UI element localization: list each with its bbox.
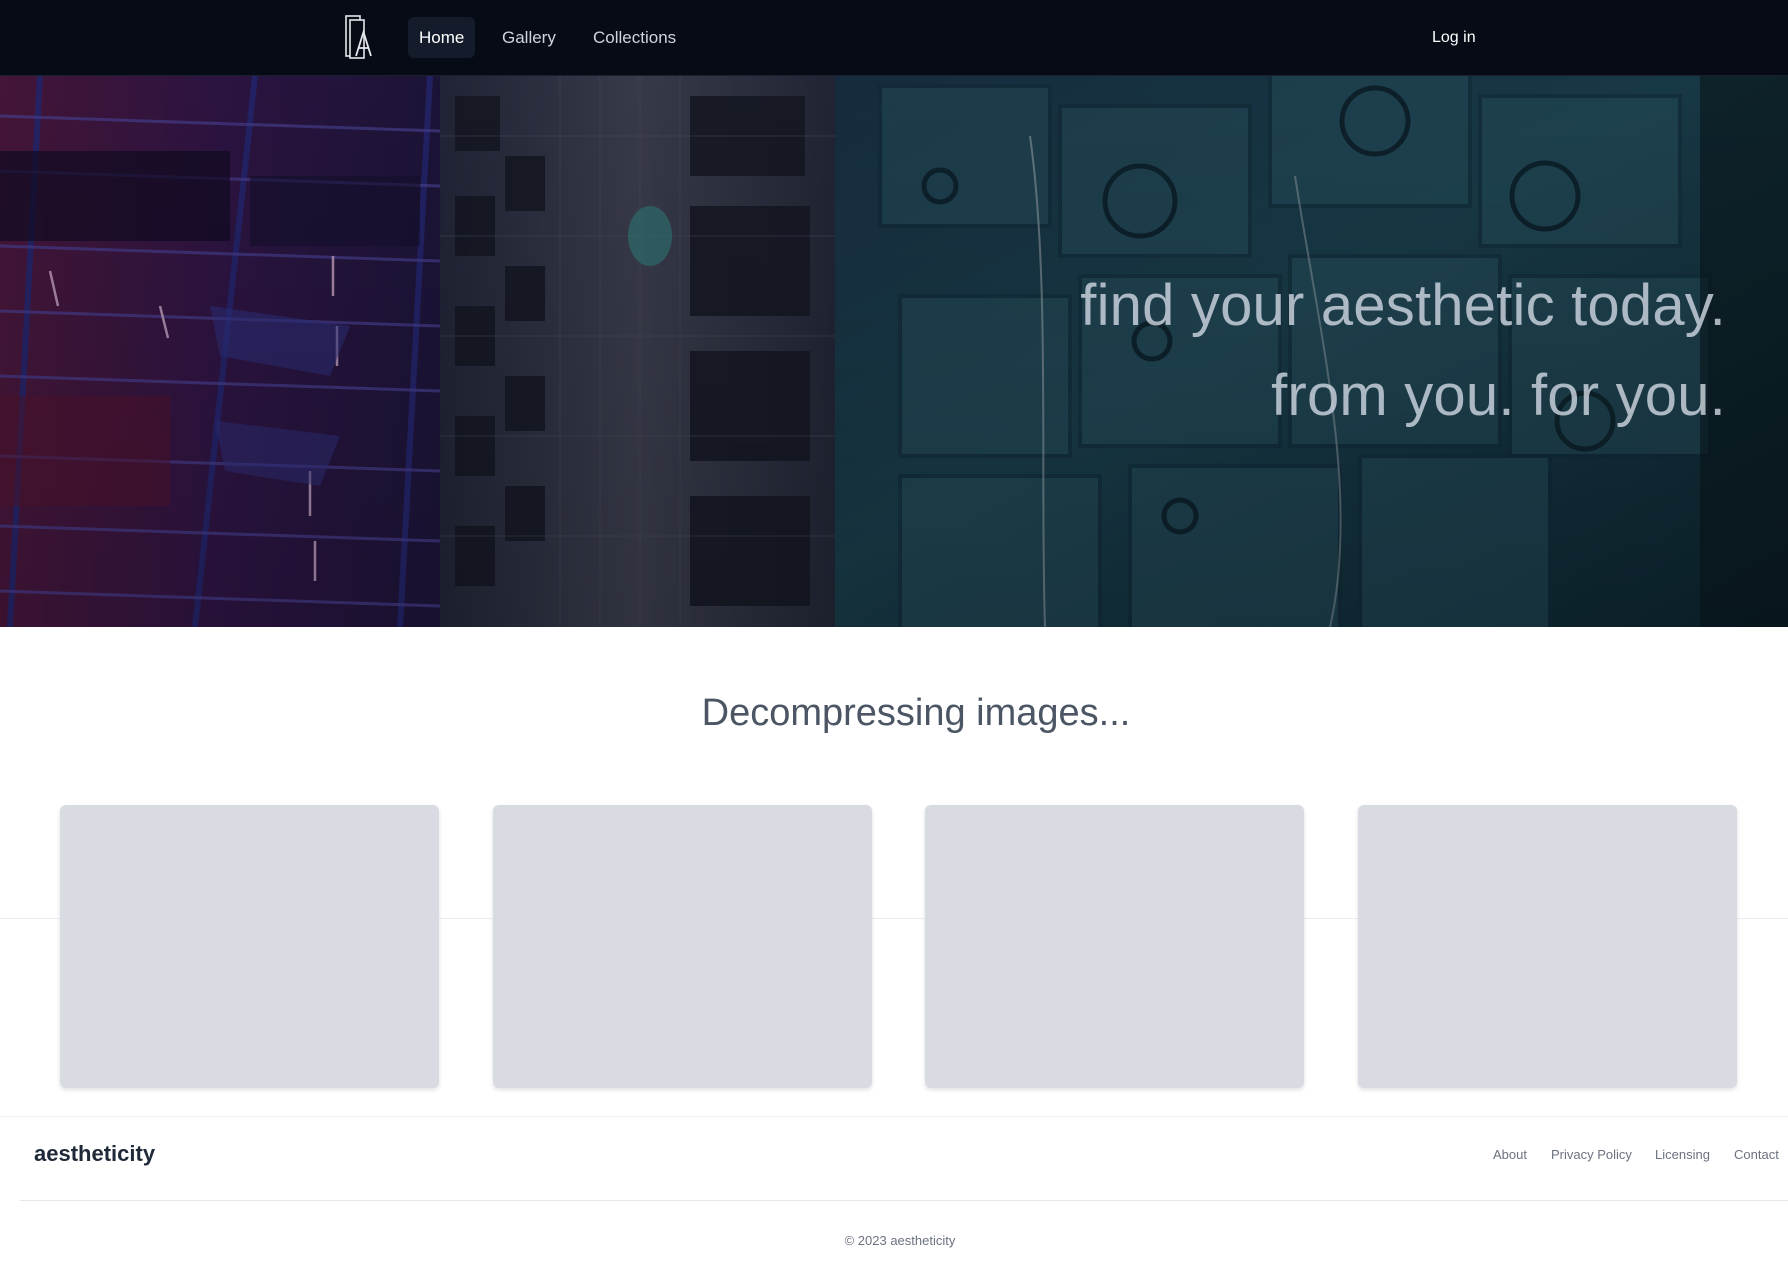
nav-gallery[interactable]: Gallery [491, 17, 567, 58]
copyright-text: © 2023 aestheticity [844, 1233, 956, 1248]
footer-top-divider [0, 1116, 1788, 1117]
image-placeholder [60, 805, 439, 1088]
footer-link-privacy-policy[interactable]: Privacy Policy [1551, 1147, 1632, 1162]
image-placeholder [925, 805, 1304, 1088]
image-placeholder [1358, 805, 1737, 1088]
hero-background-image [0, 76, 1788, 627]
footer-link-licensing[interactable]: Licensing [1655, 1147, 1710, 1162]
footer-link-about[interactable]: About [1493, 1147, 1527, 1162]
login-button[interactable]: Log in [1424, 17, 1484, 58]
nav-home[interactable]: Home [408, 17, 476, 58]
image-placeholder [493, 805, 872, 1088]
loading-message: Decompressing images... [701, 692, 1131, 734]
top-navbar: Home Gallery Collections Log in [0, 0, 1788, 76]
hero-tagline: from you. for you. [1271, 363, 1726, 428]
nav-collections[interactable]: Collections [582, 17, 687, 58]
footer-link-contact[interactable]: Contact [1734, 1147, 1779, 1162]
hero-banner: find your aesthetic today. from you. for… [0, 76, 1788, 627]
footer-divider [20, 1200, 1788, 1201]
hero-headline: find your aesthetic today. [1080, 273, 1726, 338]
footer-brand[interactable]: aestheticity [34, 1141, 155, 1167]
aesthetic-logo-icon[interactable] [344, 14, 376, 60]
